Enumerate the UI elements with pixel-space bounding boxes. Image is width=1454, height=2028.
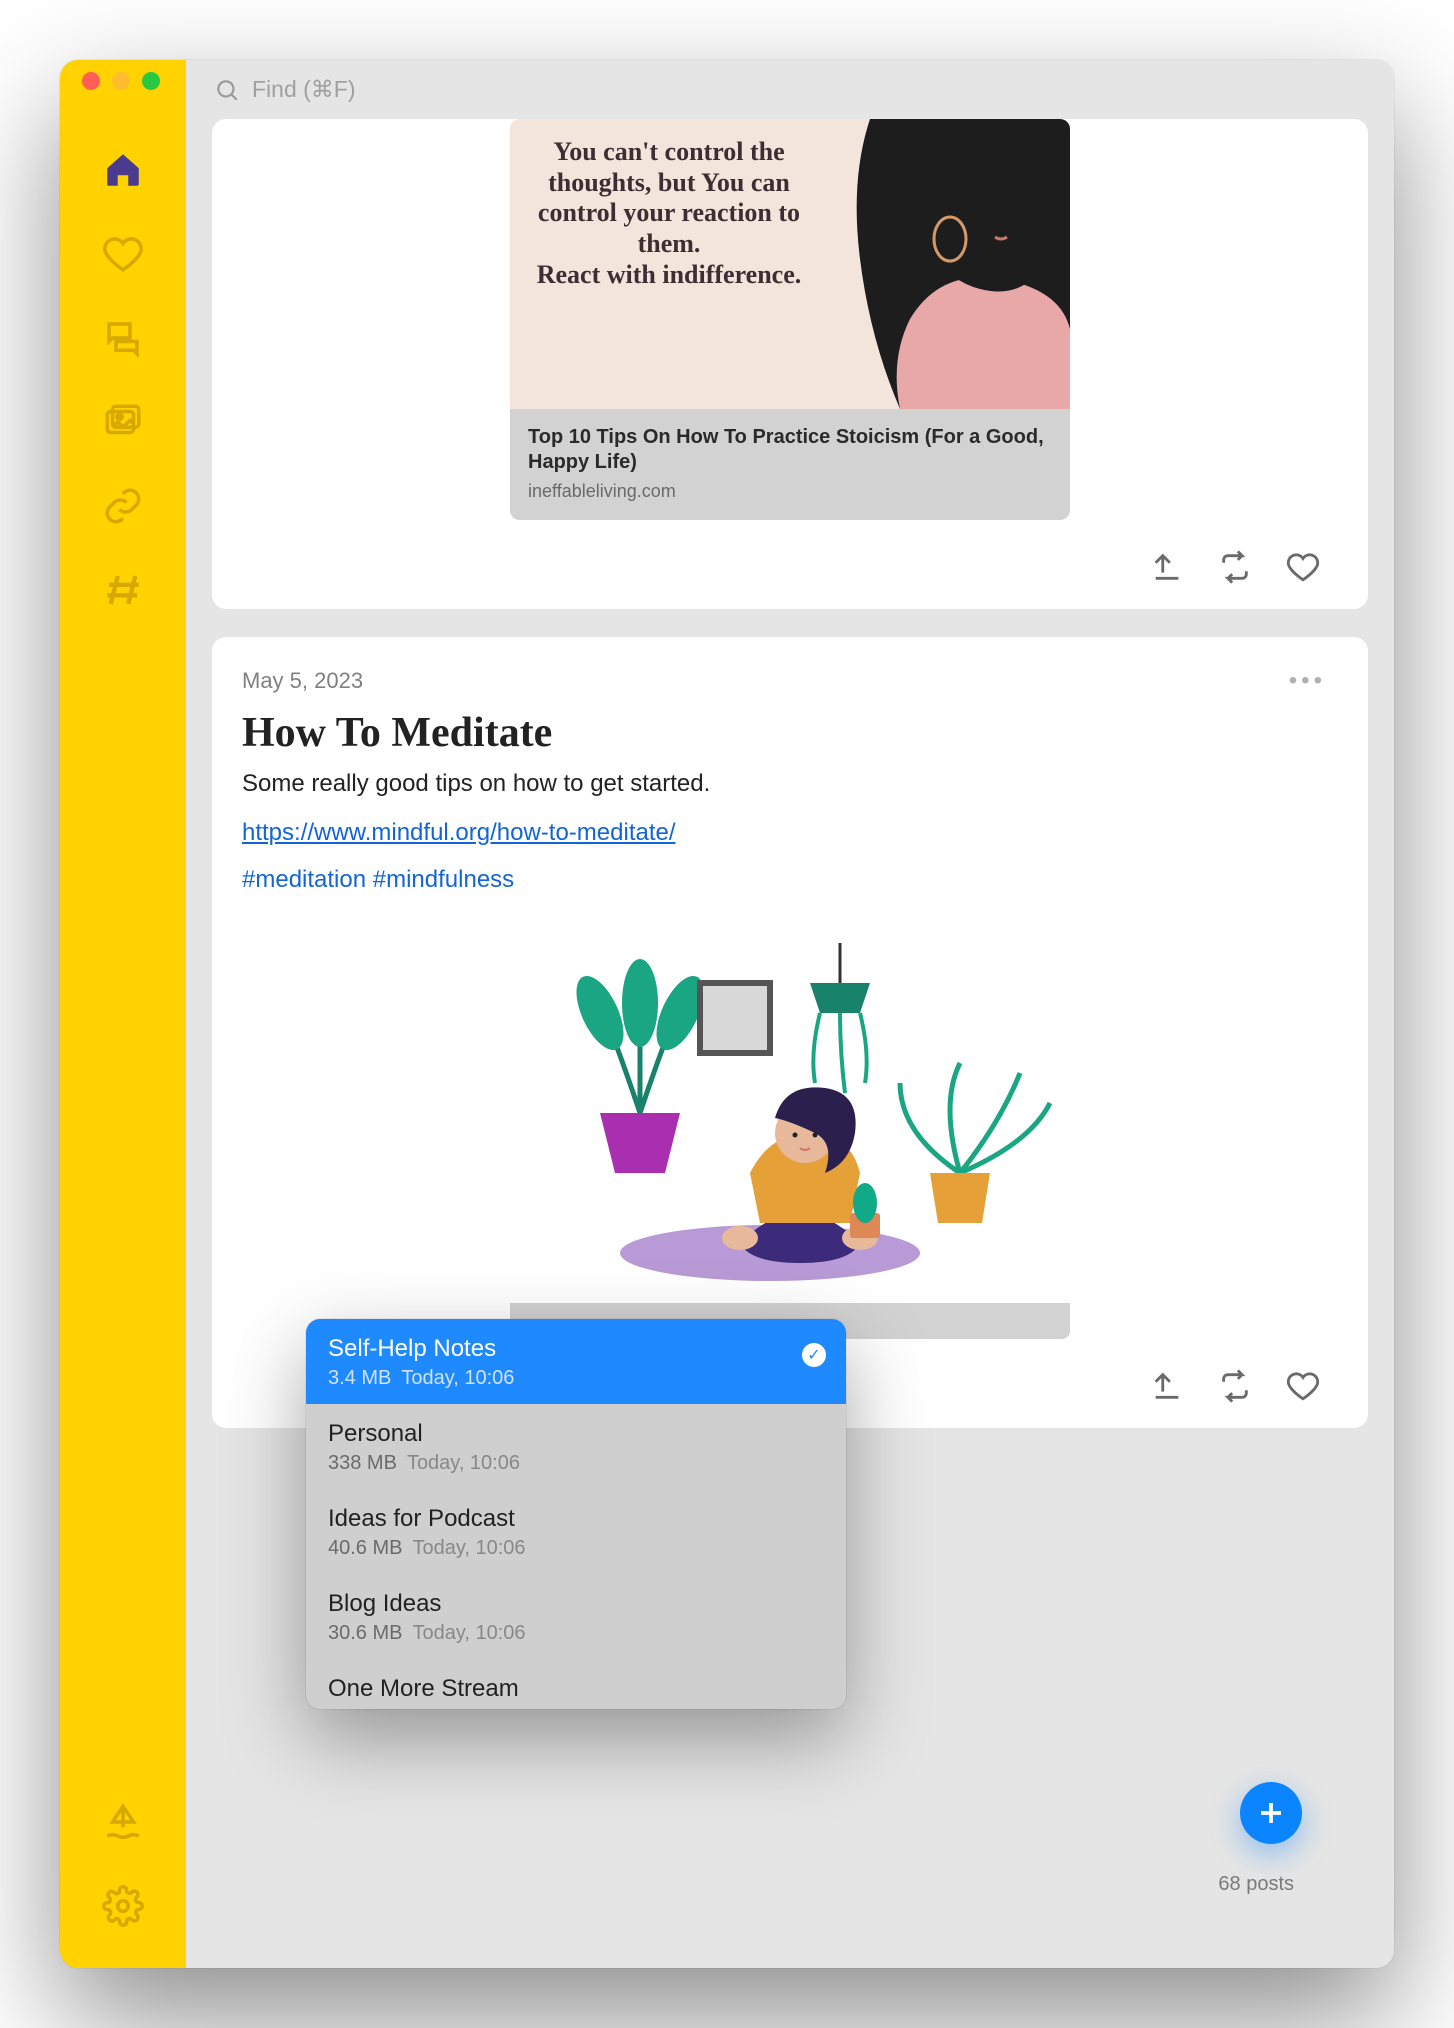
- media-icon[interactable]: [95, 394, 151, 450]
- share-icon[interactable]: [1150, 1369, 1184, 1408]
- stream-name: Self-Help Notes: [328, 1335, 824, 1363]
- home-icon[interactable]: [95, 142, 151, 198]
- post-card: May 5, 2023 ••• How To Meditate Some rea…: [212, 637, 1368, 1428]
- preview-title: Top 10 Tips On How To Practice Stoicism …: [528, 425, 1052, 475]
- stream-time: Today, 10:06: [407, 1452, 520, 1474]
- streams-popover: Self-Help Notes 3.4 MB Today, 10:06 ✓ Per…: [306, 1319, 846, 1709]
- share-icon[interactable]: [1150, 550, 1184, 589]
- fullscreen-window-button[interactable]: [142, 72, 160, 90]
- post-link[interactable]: https://www.mindful.org/how-to-meditate/: [242, 819, 676, 846]
- stream-name: Personal: [328, 1420, 824, 1448]
- like-icon[interactable]: [1286, 550, 1320, 589]
- search-icon: [214, 77, 240, 103]
- search-placeholder: Find (⌘F): [252, 76, 356, 103]
- post-actions: [212, 520, 1368, 589]
- like-icon[interactable]: [1286, 1369, 1320, 1408]
- stream-size: 338 MB: [328, 1452, 397, 1474]
- post-date: May 5, 2023: [242, 668, 363, 694]
- post-tag[interactable]: #mindfulness: [373, 866, 514, 893]
- stream-time: Today, 10:06: [412, 1537, 525, 1559]
- sidebar: [60, 60, 186, 1968]
- streams-icon[interactable]: [95, 1794, 151, 1850]
- preview-domain: ineffableliving.com: [528, 481, 1052, 502]
- link-preview[interactable]: You can't control the thoughts, but You …: [510, 119, 1070, 520]
- post-image: [510, 943, 1070, 1303]
- stream-item[interactable]: Ideas for Podcast 40.6 MB Today, 10:06: [306, 1489, 846, 1574]
- repost-icon[interactable]: [1218, 550, 1252, 589]
- minimize-window-button[interactable]: [112, 72, 130, 90]
- stream-item[interactable]: Blog Ideas 30.6 MB Today, 10:06: [306, 1574, 846, 1659]
- search-field[interactable]: Find (⌘F): [186, 60, 1394, 119]
- post-card: You can't control the thoughts, but You …: [212, 119, 1368, 609]
- links-icon[interactable]: [95, 478, 151, 534]
- stream-size: 40.6 MB: [328, 1537, 402, 1559]
- repost-icon[interactable]: [1218, 1369, 1252, 1408]
- stream-name: Ideas for Podcast: [328, 1505, 824, 1533]
- stream-time: Today, 10:06: [401, 1367, 514, 1389]
- stream-time: Today, 10:06: [412, 1622, 525, 1644]
- stream-name: Blog Ideas: [328, 1590, 824, 1618]
- post-tag[interactable]: #meditation: [242, 866, 366, 893]
- post-text: Some really good tips on how to get star…: [242, 767, 1338, 802]
- chats-icon[interactable]: [95, 310, 151, 366]
- preview-illustration: [820, 119, 1070, 409]
- stream-item[interactable]: Personal 338 MB Today, 10:06: [306, 1404, 846, 1489]
- stream-name: One More Stream: [328, 1675, 824, 1703]
- tags-icon[interactable]: [95, 562, 151, 618]
- post-title: How To Meditate: [212, 695, 1368, 767]
- post-body: Some really good tips on how to get star…: [212, 767, 1368, 897]
- close-window-button[interactable]: [82, 72, 100, 90]
- post-count: 68 posts: [1218, 1873, 1294, 1896]
- compose-button[interactable]: [1240, 1782, 1302, 1844]
- stream-size: 30.6 MB: [328, 1622, 402, 1644]
- stream-size: 3.4 MB: [328, 1367, 391, 1389]
- preview-quote: You can't control the thoughts, but You …: [510, 119, 820, 300]
- stream-item[interactable]: Self-Help Notes 3.4 MB Today, 10:06 ✓: [306, 1319, 846, 1404]
- stream-item[interactable]: One More Stream: [306, 1659, 846, 1709]
- post-menu-icon[interactable]: •••: [1289, 667, 1326, 695]
- settings-icon[interactable]: [95, 1878, 151, 1934]
- favorites-icon[interactable]: [95, 226, 151, 282]
- app-window: Find (⌘F) You can't control the thoughts…: [60, 60, 1394, 1968]
- check-icon: ✓: [802, 1343, 826, 1367]
- window-controls: [82, 72, 160, 90]
